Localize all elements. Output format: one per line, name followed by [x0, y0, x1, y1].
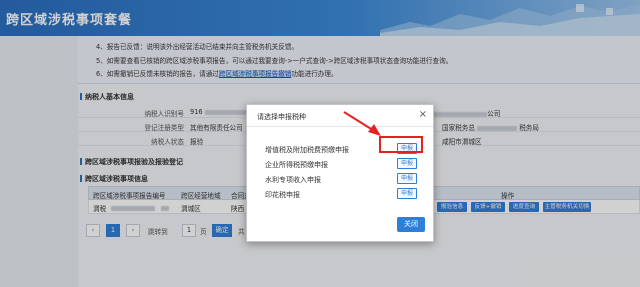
- arrow-annotation: [343, 111, 381, 136]
